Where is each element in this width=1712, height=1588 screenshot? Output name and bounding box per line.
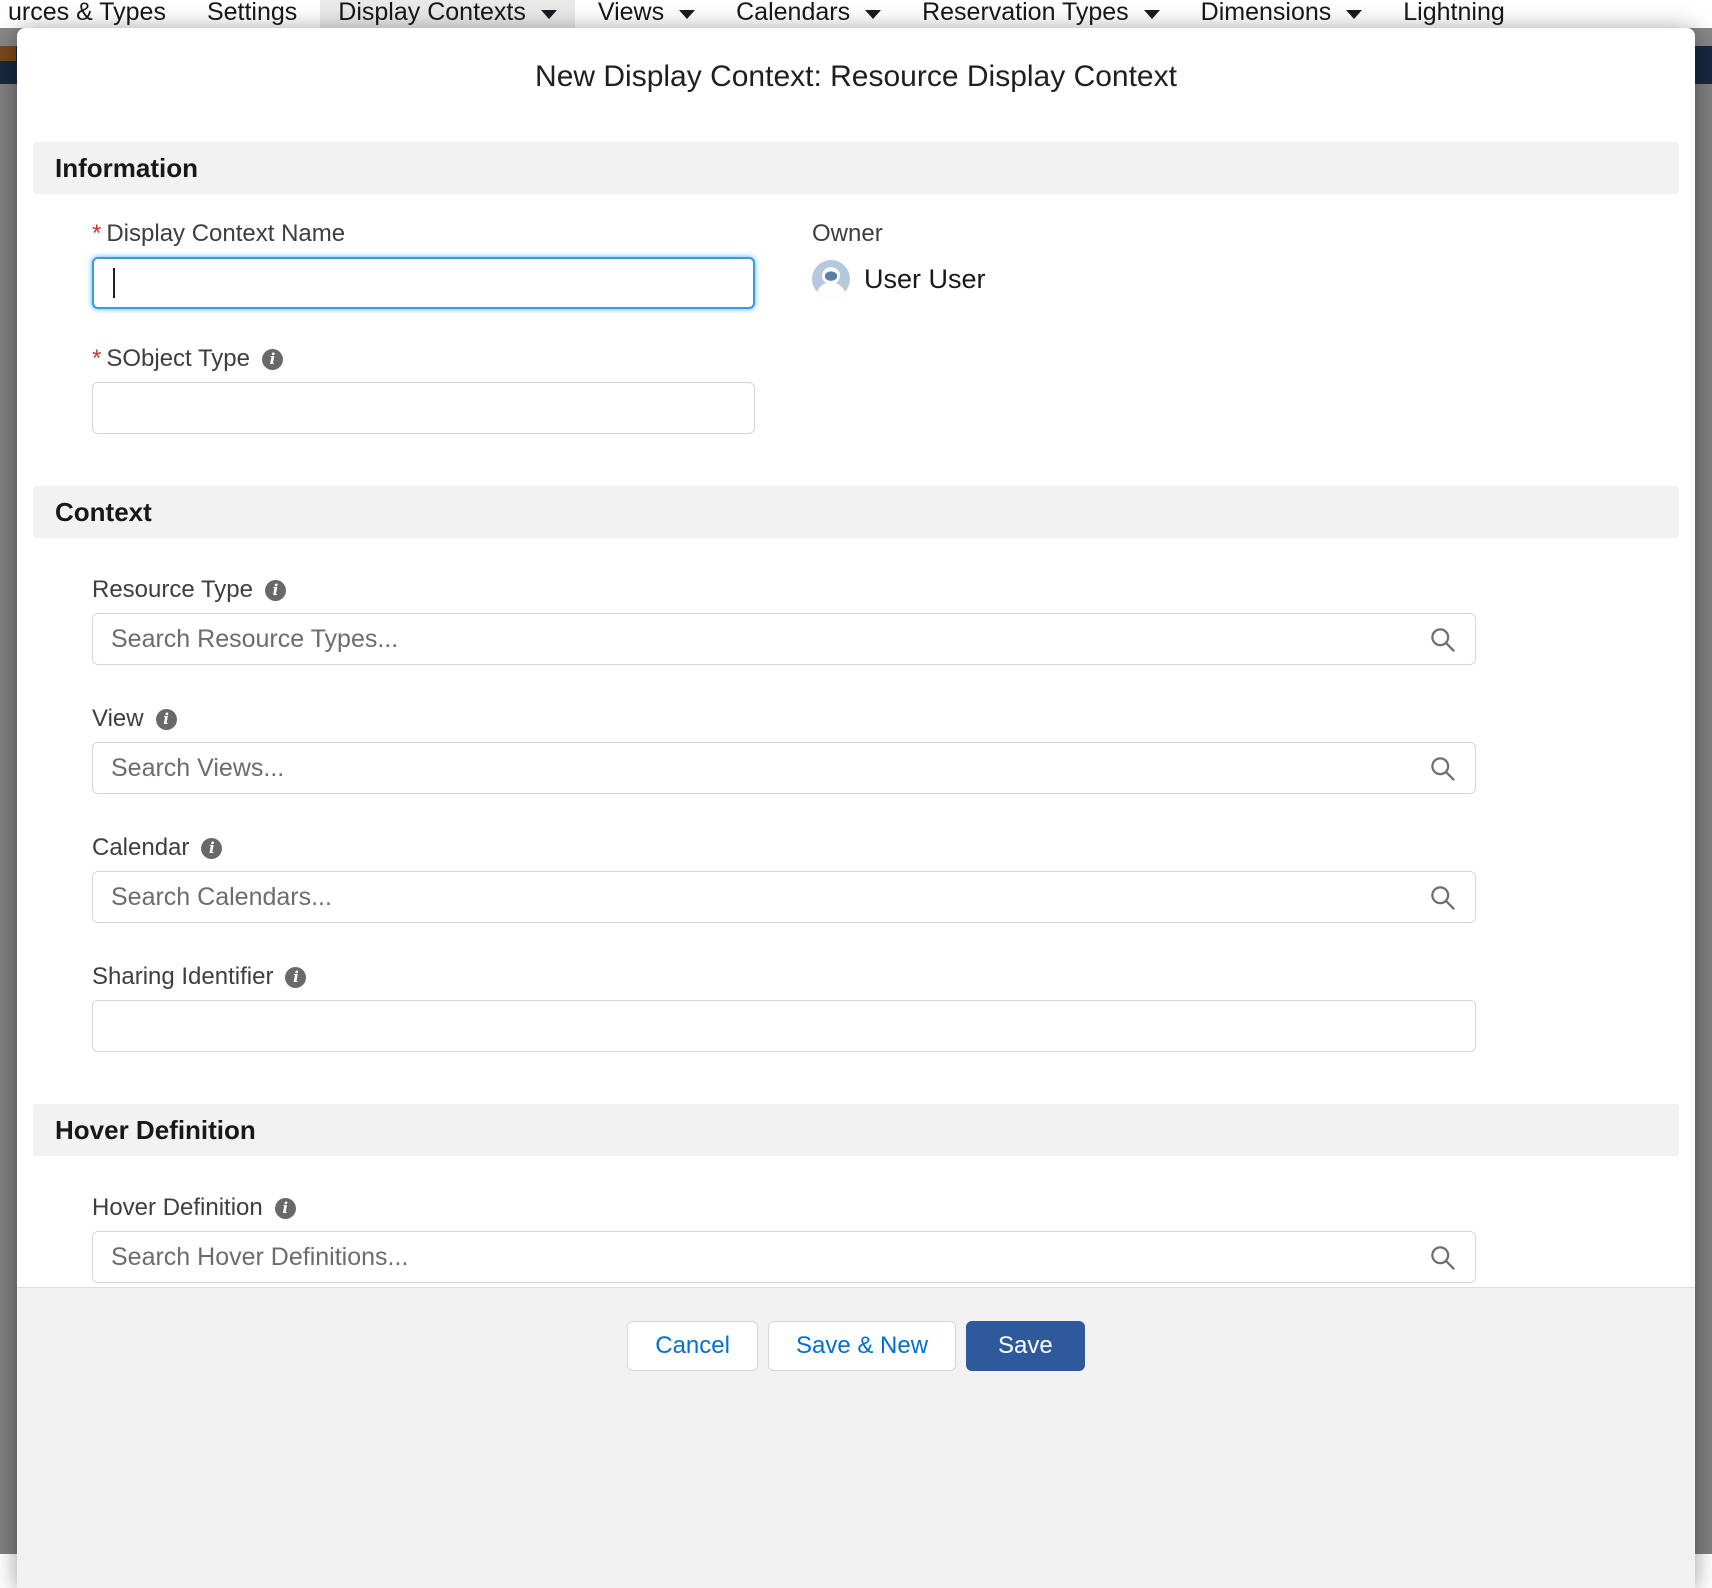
tab-reservation-types[interactable]: Reservation Types: [922, 0, 1160, 27]
field-label: Hover Definition: [92, 1194, 1695, 1222]
required-asterisk: *: [92, 345, 101, 373]
view-search-input[interactable]: [92, 742, 1476, 794]
new-display-context-modal: New Display Context: Resource Display Co…: [17, 28, 1695, 1588]
field-hover-definition: Hover Definition: [92, 1194, 1695, 1283]
section-heading-text: Information: [55, 153, 198, 184]
tab-label: urces & Types: [8, 0, 166, 27]
info-icon[interactable]: [285, 967, 306, 988]
hover-definition-search-input[interactable]: [92, 1231, 1476, 1283]
field-label: * SObject Type: [92, 345, 1695, 373]
tab-label: Display Contexts: [338, 0, 526, 27]
tab-label: Lightning: [1403, 0, 1504, 27]
background-tab-bar: urces & Types Settings Display Contexts …: [0, 0, 1712, 28]
tab-lightning[interactable]: Lightning: [1403, 0, 1504, 27]
field-label: Owner: [812, 220, 986, 248]
section-heading-text: Context: [55, 497, 152, 528]
info-icon[interactable]: [156, 709, 177, 730]
tab-calendars[interactable]: Calendars: [736, 0, 881, 27]
field-owner: Owner User User: [812, 220, 986, 309]
info-icon[interactable]: [265, 580, 286, 601]
calendar-search-input[interactable]: [92, 871, 1476, 923]
field-label: * Display Context Name: [92, 220, 755, 248]
text-cursor: [113, 268, 115, 298]
owner-avatar: [812, 260, 850, 298]
field-resource-type: Resource Type: [92, 576, 1695, 665]
field-sharing-identifier: Sharing Identifier: [92, 963, 1695, 1052]
save-and-new-button[interactable]: Save & New: [768, 1321, 956, 1371]
field-label: Sharing Identifier: [92, 963, 1695, 991]
cancel-button[interactable]: Cancel: [627, 1321, 758, 1371]
section-header-hover-definition: Hover Definition: [33, 1104, 1679, 1156]
info-icon[interactable]: [201, 838, 222, 859]
tab-label: Settings: [207, 0, 297, 27]
section-heading-text: Hover Definition: [55, 1115, 256, 1146]
save-button[interactable]: Save: [966, 1321, 1085, 1371]
chevron-down-icon[interactable]: [541, 10, 557, 19]
info-icon[interactable]: [275, 1198, 296, 1219]
chevron-down-icon[interactable]: [1346, 10, 1362, 19]
display-context-name-input[interactable]: [92, 257, 755, 309]
field-sobject-type: * SObject Type: [92, 345, 1695, 434]
tab-label: Views: [598, 0, 664, 27]
field-label: View: [92, 705, 1695, 733]
background-tabs: urces & Types Settings Display Contexts …: [0, 0, 1712, 28]
resource-type-search-input[interactable]: [92, 613, 1476, 665]
field-label: Resource Type: [92, 576, 1695, 604]
tab-display-contexts[interactable]: Display Contexts: [320, 0, 575, 28]
chevron-down-icon[interactable]: [865, 10, 881, 19]
tab-label: Dimensions: [1201, 0, 1332, 27]
field-label: Calendar: [92, 834, 1695, 862]
sobject-type-input[interactable]: [92, 382, 755, 434]
tab-label: Calendars: [736, 0, 850, 27]
field-view: View: [92, 705, 1695, 794]
modal-footer: Cancel Save & New Save: [17, 1287, 1695, 1588]
info-icon[interactable]: [262, 349, 283, 370]
required-asterisk: *: [92, 220, 101, 248]
sharing-identifier-input[interactable]: [92, 1000, 1476, 1052]
chevron-down-icon[interactable]: [1144, 10, 1160, 19]
field-display-context-name: * Display Context Name: [92, 220, 755, 309]
owner-name: User User: [864, 264, 986, 295]
tab-dimensions[interactable]: Dimensions: [1201, 0, 1363, 27]
tab-settings[interactable]: Settings: [207, 0, 297, 27]
chevron-down-icon[interactable]: [679, 10, 695, 19]
section-header-context: Context: [33, 486, 1679, 538]
tab-label: Reservation Types: [922, 0, 1129, 27]
tab-views[interactable]: Views: [598, 0, 695, 27]
tab-resources-types[interactable]: urces & Types: [8, 0, 166, 27]
field-calendar: Calendar: [92, 834, 1695, 923]
section-header-information: Information: [33, 142, 1679, 194]
modal-title: New Display Context: Resource Display Co…: [17, 28, 1695, 94]
